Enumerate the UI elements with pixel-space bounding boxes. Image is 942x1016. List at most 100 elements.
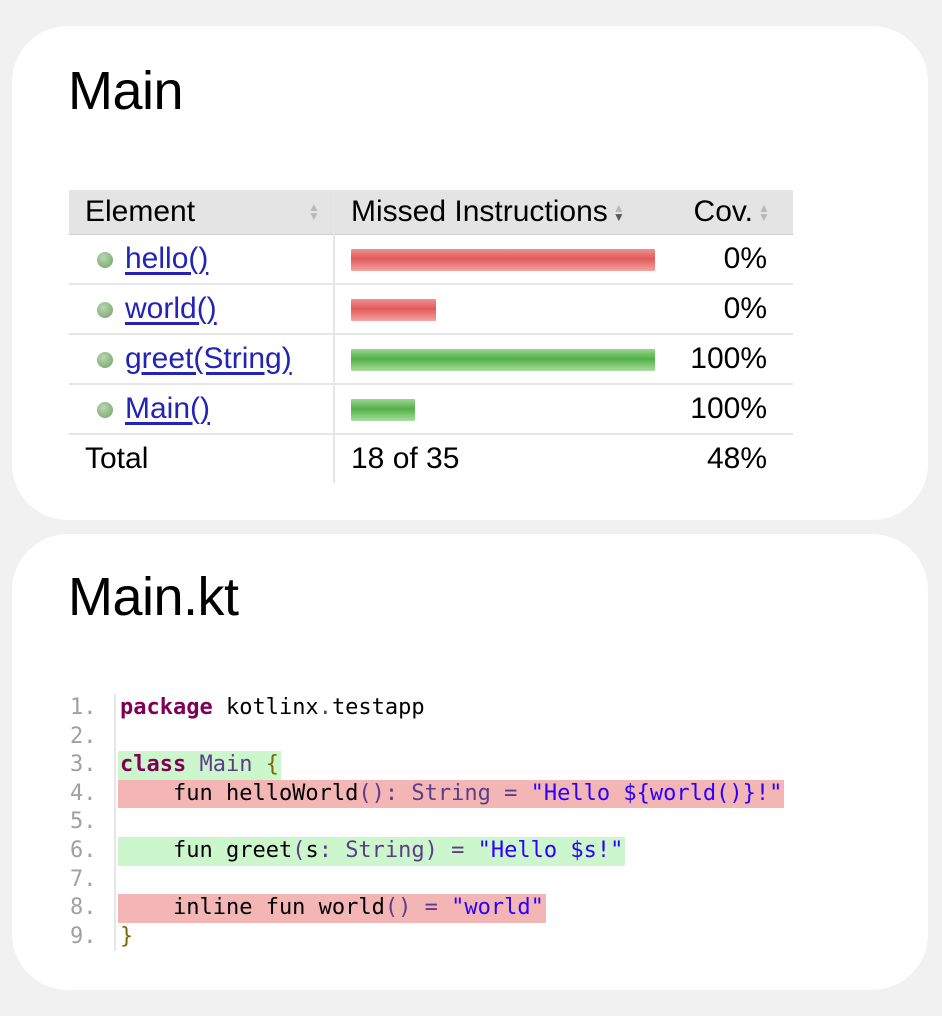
total-label: Total (85, 442, 149, 475)
coverage-table: Element ▲ ▼ Missed Instructions ▲ ▼ Cov. ▲ ▼ … (69, 190, 793, 483)
line-number: 4. (68, 779, 116, 809)
covered-bar (351, 399, 415, 422)
code-token: = (490, 780, 531, 806)
source-code (118, 866, 122, 895)
column-header-element-label: Element (85, 195, 196, 228)
code-token: String (345, 837, 425, 863)
column-header-missed-label: Missed Instructions (351, 195, 608, 228)
missed-instructions-cell (333, 234, 689, 285)
missed-bar (351, 299, 436, 322)
coverage-percent: 100% (689, 334, 793, 385)
source-line: 9.} (68, 922, 784, 952)
coverage-report-card: Main Element ▲ ▼ Missed Instructions ▲ ▼ Co… (12, 26, 928, 520)
source-file-title: Main.kt (68, 567, 239, 627)
missed-bar (351, 249, 655, 272)
source-line: 2. (68, 722, 784, 752)
coverage-percent: 100% (689, 384, 793, 435)
column-header-element[interactable]: Element ▲ ▼ (69, 190, 334, 235)
covered-bar (351, 349, 655, 372)
total-row: Total 18 of 35 48% (69, 434, 793, 483)
code-token: "world" (451, 895, 544, 921)
source-code: fun helloWorld(): String = "Hello ${worl… (118, 779, 785, 809)
sort-descending-icon: ▲ ▼ (612, 201, 625, 225)
line-number: 6. (68, 836, 116, 866)
table-row: greet(String) 100% (69, 334, 793, 385)
code-token: "Hello $s!" (477, 837, 624, 863)
code-token: } (120, 923, 134, 949)
table-header-row: Element ▲ ▼ Missed Instructions ▲ ▼ Cov. ▲ ▼ (69, 190, 793, 235)
element-link[interactable]: hello() (125, 243, 208, 276)
code-token: . (318, 695, 332, 720)
coverage-percent: 0% (689, 284, 793, 335)
code-token: () = (384, 895, 452, 921)
source-file-card: Main.kt 1. package kotlinx.testapp 2. 3. cla… (12, 534, 928, 990)
line-number: 5. (68, 808, 116, 837)
code-token: (): (358, 780, 399, 806)
code-token: String (411, 780, 491, 806)
code-token: inline fun world (120, 895, 385, 921)
line-number: 9. (68, 922, 116, 952)
code-token: { (252, 752, 279, 778)
code-token: fun helloWorld (120, 780, 359, 806)
code-token: class (120, 752, 187, 778)
method-icon (97, 301, 113, 318)
code-token: kotlinx (212, 695, 319, 720)
column-header-coverage[interactable]: Cov. ▲ ▼ (689, 190, 793, 235)
source-code-listing: 1. package kotlinx.testapp 2. 3. class Main … (68, 694, 785, 952)
missed-instructions-cell (333, 384, 689, 435)
code-token: testapp (331, 695, 425, 720)
code-token: s (305, 837, 319, 863)
method-icon (97, 251, 113, 268)
column-header-missed-instructions[interactable]: Missed Instructions ▲ ▼ (333, 190, 689, 235)
report-title: Main (68, 61, 184, 121)
source-line: 4. fun helloWorld(): String = "Hello ${w… (68, 779, 785, 809)
source-line: 5. (68, 808, 784, 837)
table-row: Main() 100% (69, 384, 793, 435)
line-number: 7. (68, 865, 116, 895)
source-line: 3. class Main { (68, 751, 784, 780)
code-token: "Hello ${world()}!" (530, 780, 783, 806)
source-line: 1. package kotlinx.testapp (68, 694, 784, 723)
element-cell: greet(String) (69, 334, 334, 385)
line-number: 8. (68, 894, 116, 923)
source-code: fun greet(s: String) = "Hello $s!" (118, 836, 626, 866)
element-cell: world() (69, 284, 334, 335)
source-code (118, 723, 122, 752)
coverage-percent: 0% (689, 234, 793, 285)
column-header-coverage-label: Cov. (693, 195, 753, 228)
total-coverage: 48% (706, 442, 767, 475)
sort-icon: ▲ ▼ (758, 201, 770, 225)
method-icon (97, 351, 113, 368)
line-number: 1. (68, 694, 116, 723)
source-code: inline fun world() = "world" (118, 894, 546, 923)
source-line: 7. (68, 865, 784, 895)
code-token: fun greet (120, 837, 293, 863)
code-token: package (120, 695, 213, 720)
missed-instructions-cell (333, 334, 689, 385)
line-number: 2. (68, 722, 116, 752)
element-cell: Main() (69, 384, 334, 435)
line-number: 3. (68, 751, 116, 780)
source-code: package kotlinx.testapp (118, 694, 427, 723)
element-cell: hello() (69, 234, 334, 285)
missed-instructions-cell (333, 284, 689, 335)
source-line: 8. inline fun world() = "world" (68, 894, 784, 923)
code-token: ( (292, 837, 306, 863)
total-missed: 18 of 35 (333, 434, 689, 483)
source-code (118, 808, 122, 837)
code-token: ) = (424, 837, 478, 863)
sort-icon: ▲ ▼ (308, 200, 320, 223)
element-link[interactable]: greet(String) (125, 343, 292, 376)
code-token: Main (199, 752, 253, 778)
table-row: hello() 0% (69, 234, 793, 285)
code-token: : (318, 837, 346, 863)
element-link[interactable]: Main() (125, 393, 210, 426)
element-link[interactable]: world() (125, 293, 217, 326)
source-line: 6. fun greet(s: String) = "Hello $s!" (68, 836, 784, 866)
method-icon (97, 401, 113, 418)
table-row: world() 0% (69, 284, 793, 335)
source-code: class Main { (118, 751, 281, 780)
source-code: } (118, 923, 135, 952)
